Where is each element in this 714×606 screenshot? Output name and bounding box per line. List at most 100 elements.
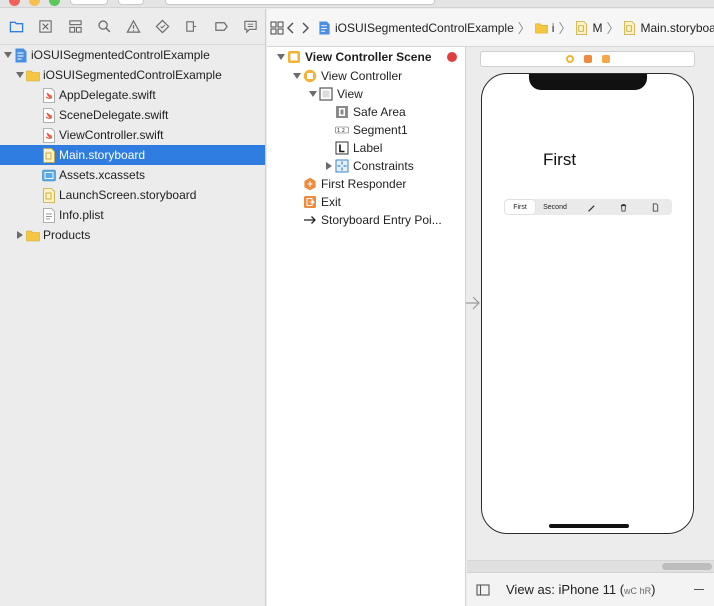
breadcrumb-file[interactable]: Main.storyboard [623, 21, 714, 35]
scheme-selector[interactable] [165, 0, 435, 5]
related-items-button[interactable] [270, 9, 284, 47]
tree-row-group[interactable]: iOSUISegmentedControlExample [0, 65, 265, 85]
folder-tab-icon [9, 21, 24, 33]
first-responder-dock-icon[interactable] [583, 55, 592, 63]
segment-first[interactable]: First [505, 200, 535, 214]
disclosure-open-icon[interactable] [307, 90, 319, 98]
tree-row-label: LaunchScreen.storyboard [59, 188, 197, 202]
entry-point-arrow-icon[interactable] [466, 295, 480, 311]
segmented-control[interactable]: First Second [504, 199, 672, 215]
height-class-label: hR [639, 586, 652, 596]
stop-button[interactable] [118, 0, 144, 5]
asset-catalog-icon [42, 168, 56, 183]
close-window-button[interactable] [9, 0, 20, 6]
breadcrumb-project[interactable]: iOSUISegmentedControlExample [318, 21, 514, 35]
tree-row-viewcontroller[interactable]: ViewController.swift [0, 125, 265, 145]
label-icon [335, 141, 349, 155]
scrollbar-thumb[interactable] [662, 563, 712, 570]
find-navigator-tab[interactable] [90, 9, 119, 45]
view-as-device-button[interactable]: View as: iPhone 11 (wC hR) [506, 582, 656, 597]
outline-row-first-responder[interactable]: First Responder [267, 175, 465, 193]
debug-navigator-tab[interactable] [177, 9, 206, 45]
toggle-outline-icon[interactable] [476, 583, 490, 597]
breadcrumb-file-short[interactable]: M [575, 21, 602, 35]
disclosure-open-icon[interactable] [2, 51, 14, 59]
window-title-bar [0, 0, 714, 8]
tree-row-appdelegate[interactable]: AppDelegate.swift [0, 85, 265, 105]
swift-file-icon [42, 127, 56, 143]
outline-row-exit[interactable]: Exit [267, 193, 465, 211]
folder-icon [26, 228, 40, 243]
outline-row-constraints[interactable]: Constraints [267, 157, 465, 175]
outline-row-scene[interactable]: View Controller Scene [267, 47, 465, 67]
disclosure-open-icon[interactable] [291, 72, 303, 80]
minus-icon[interactable] [694, 589, 704, 590]
minimize-window-button[interactable] [29, 0, 40, 6]
tree-row-infoplist[interactable]: Info.plist [0, 205, 265, 225]
folder-icon [534, 23, 548, 33]
segment-pencil[interactable] [575, 200, 607, 214]
file-tree: iOSUISegmentedControlExample iOSUISegmen… [0, 45, 265, 245]
tree-row-assets[interactable]: Assets.xcassets [0, 165, 265, 185]
disclosure-open-icon[interactable] [14, 71, 26, 79]
breadcrumb-project-label: iOSUISegmentedControlExample [335, 20, 514, 35]
xcode-project-icon [14, 48, 28, 63]
breakpoint-navigator-tab[interactable] [207, 9, 236, 45]
arrow-right-icon [303, 213, 317, 227]
outline-label: Label [353, 141, 383, 155]
outline-row-view-controller[interactable]: View Controller [267, 67, 465, 85]
outline-label: Segment1 [353, 123, 408, 137]
outline-label: Safe Area [353, 105, 406, 119]
outline-row-label[interactable]: Label [267, 139, 465, 157]
disclosure-closed-icon[interactable] [323, 162, 335, 170]
outline-row-entry-point[interactable]: Storyboard Entry Poi... [267, 211, 465, 229]
run-button[interactable] [70, 0, 108, 5]
disclosure-open-icon[interactable] [275, 53, 287, 61]
view-controller-dock-icon[interactable] [565, 55, 574, 63]
scene-icon [287, 50, 301, 64]
tree-row-scenedelegate[interactable]: SceneDelegate.swift [0, 105, 265, 125]
symbol-navigator-tab[interactable] [60, 9, 89, 45]
segmented-control-icon: 1 2 [335, 123, 349, 137]
segment-trash[interactable] [607, 200, 639, 214]
tree-row-main-storyboard[interactable]: Main.storyboard [0, 145, 265, 165]
go-back-button[interactable] [284, 9, 298, 47]
breadcrumb-file-label: Main.storyboard [640, 20, 714, 35]
phone-notch [529, 74, 647, 90]
error-icon[interactable] [447, 52, 457, 62]
project-navigator-tab[interactable] [2, 9, 31, 45]
segment-second[interactable]: Second [535, 200, 575, 214]
view-controller-icon [303, 69, 317, 83]
canvas-bottom-bar: View as: iPhone 11 (wC hR) [467, 572, 714, 606]
view-as-label: View as: iPhone 11 ( [506, 582, 625, 597]
canvas-horizontal-scrollbar[interactable] [467, 560, 714, 572]
scene-dock[interactable] [480, 51, 695, 67]
hierarchy-icon [68, 20, 82, 33]
folder-icon [26, 68, 40, 83]
disclosure-closed-icon[interactable] [14, 231, 26, 239]
tree-row-launchscreen[interactable]: LaunchScreen.storyboard [0, 185, 265, 205]
outline-row-segment[interactable]: 1 2 Segment1 [267, 121, 465, 139]
outline-row-safe-area[interactable]: Safe Area [267, 103, 465, 121]
editor-jump-bar: iOSUISegmentedControlExample 〉 i 〉 M 〉 M… [267, 9, 714, 47]
svg-text:1 2: 1 2 [337, 128, 345, 134]
tree-row-label: iOSUISegmentedControlExample [43, 68, 222, 82]
tree-row-products[interactable]: Products [0, 225, 265, 245]
report-navigator-tab[interactable] [236, 9, 265, 45]
source-control-tab[interactable] [31, 9, 60, 45]
go-forward-button[interactable] [298, 9, 312, 47]
outline-label: Constraints [353, 159, 414, 173]
tree-row-label: Products [43, 228, 91, 242]
segment-doc[interactable] [639, 200, 671, 214]
breadcrumb-group[interactable]: i [534, 21, 554, 35]
test-navigator-tab[interactable] [148, 9, 177, 45]
exit-dock-icon[interactable] [601, 55, 610, 63]
iphone-frame[interactable]: First First Second [481, 73, 694, 534]
storyboard-canvas[interactable]: First First Second View as: iPhone 11 (w… [466, 47, 714, 606]
outline-row-view[interactable]: View [267, 85, 465, 103]
swift-file-icon [42, 87, 56, 103]
first-label[interactable]: First [543, 150, 576, 170]
issue-navigator-tab[interactable] [119, 9, 148, 45]
zoom-window-button[interactable] [49, 0, 60, 6]
tree-row-project[interactable]: iOSUISegmentedControlExample [0, 45, 265, 65]
